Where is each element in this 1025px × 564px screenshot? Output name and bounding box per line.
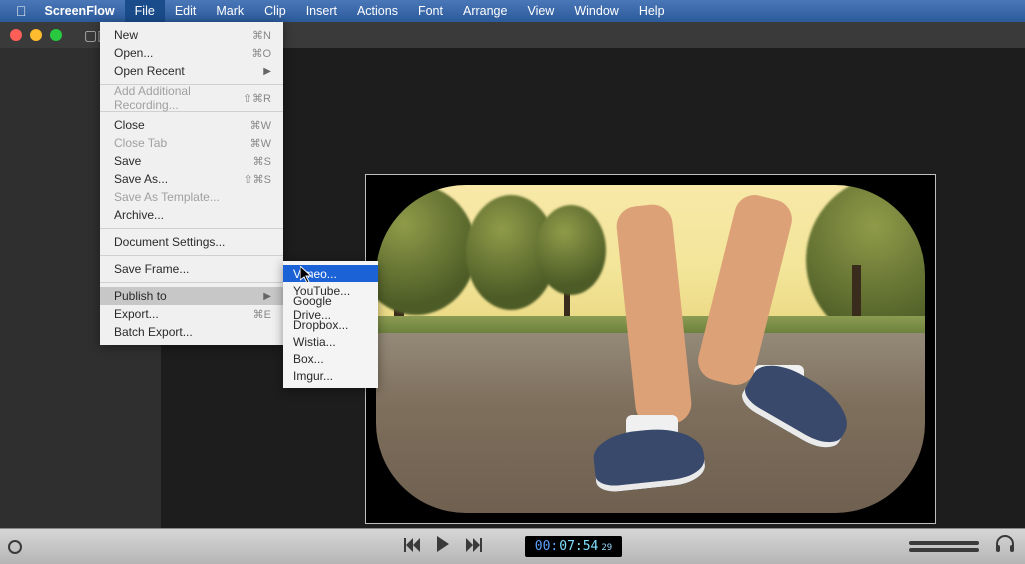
file-save-frame[interactable]: Save Frame...	[100, 260, 283, 278]
apple-logo-icon[interactable]: 	[8, 3, 35, 19]
menu-edit[interactable]: Edit	[165, 0, 207, 22]
publish-google-drive[interactable]: Google Drive...	[283, 299, 378, 316]
timecode-prefix: 00:	[535, 539, 558, 554]
label: Export...	[114, 307, 159, 321]
minimize-window-icon[interactable]	[30, 29, 42, 41]
file-save[interactable]: Save ⌘S	[100, 152, 283, 170]
label: Publish to	[114, 289, 167, 303]
file-export[interactable]: Export... ⌘E	[100, 305, 283, 323]
label: Save	[114, 154, 141, 168]
publish-vimeo[interactable]: Vimeo...	[283, 265, 378, 282]
headphones-icon[interactable]	[995, 535, 1015, 558]
label: Batch Export...	[114, 325, 193, 339]
app-name[interactable]: ScreenFlow	[35, 4, 125, 18]
separator	[100, 228, 283, 229]
file-save-template: Save As Template...	[100, 188, 283, 206]
shortcut: ⌘S	[253, 155, 271, 168]
file-new[interactable]: New ⌘N	[100, 26, 283, 44]
preview-frame[interactable]	[365, 174, 936, 524]
timecode-display[interactable]: 00: 07:54 29	[525, 536, 622, 557]
shortcut: ⌘N	[252, 29, 271, 42]
file-close[interactable]: Close ⌘W	[100, 116, 283, 134]
audio-meter-icon	[909, 541, 979, 552]
publish-imgur[interactable]: Imgur...	[283, 367, 378, 384]
label: Add Additional Recording...	[114, 84, 243, 112]
label: Open...	[114, 46, 153, 60]
menubar:  ScreenFlow File Edit Mark Clip Insert …	[0, 0, 1025, 22]
file-save-as[interactable]: Save As... ⇧⌘S	[100, 170, 283, 188]
menu-clip[interactable]: Clip	[254, 0, 296, 22]
go-start-button[interactable]	[403, 538, 421, 556]
publish-box[interactable]: Box...	[283, 350, 378, 367]
shortcut: ⌘E	[253, 308, 271, 321]
label: Save Frame...	[114, 262, 189, 276]
file-open-recent[interactable]: Open Recent ▶	[100, 62, 283, 80]
timecode-main: 07:54	[559, 539, 598, 554]
zoom-window-icon[interactable]	[50, 29, 62, 41]
play-button[interactable]	[435, 536, 451, 557]
close-window-icon[interactable]	[10, 29, 22, 41]
file-document-settings[interactable]: Document Settings...	[100, 233, 283, 251]
menu-mark[interactable]: Mark	[206, 0, 254, 22]
file-open[interactable]: Open... ⌘O	[100, 44, 283, 62]
shortcut: ⌘W	[250, 119, 271, 132]
separator	[100, 282, 283, 283]
label: Close Tab	[114, 136, 167, 150]
shortcut: ⌘O	[251, 47, 271, 60]
publish-wistia[interactable]: Wistia...	[283, 333, 378, 350]
scrub-knob-icon[interactable]	[8, 540, 22, 554]
menu-actions[interactable]: Actions	[347, 0, 408, 22]
label: Open Recent	[114, 64, 185, 78]
file-menu-dropdown: New ⌘N Open... ⌘O Open Recent ▶ Add Addi…	[100, 22, 283, 345]
menu-window[interactable]: Window	[564, 0, 628, 22]
chevron-right-icon: ▶	[263, 291, 271, 302]
preview-video	[376, 185, 925, 513]
label: New	[114, 28, 138, 42]
timecode-frames: 29	[601, 543, 612, 553]
file-batch-export[interactable]: Batch Export...	[100, 323, 283, 341]
label: Save As...	[114, 172, 168, 186]
separator	[100, 255, 283, 256]
label: Close	[114, 118, 145, 132]
menu-file[interactable]: File	[125, 0, 165, 22]
file-publish-to[interactable]: Publish to ▶	[100, 287, 283, 305]
shortcut: ⇧⌘R	[243, 92, 271, 105]
transport-bar: 00: 07:54 29	[0, 528, 1025, 564]
menu-view[interactable]: View	[517, 0, 564, 22]
file-close-tab: Close Tab ⌘W	[100, 134, 283, 152]
publish-submenu: Vimeo... YouTube... Google Drive... Drop…	[283, 261, 378, 388]
shortcut: ⌘W	[250, 137, 271, 150]
menu-help[interactable]: Help	[629, 0, 675, 22]
label: Save As Template...	[114, 190, 220, 204]
menu-font[interactable]: Font	[408, 0, 453, 22]
file-add-recording: Add Additional Recording... ⇧⌘R	[100, 89, 283, 107]
label: Document Settings...	[114, 235, 225, 249]
go-end-button[interactable]	[465, 538, 483, 556]
chevron-right-icon: ▶	[263, 66, 271, 77]
menu-insert[interactable]: Insert	[296, 0, 347, 22]
shortcut: ⇧⌘S	[243, 173, 271, 186]
file-archive[interactable]: Archive...	[100, 206, 283, 224]
menu-arrange[interactable]: Arrange	[453, 0, 517, 22]
label: Archive...	[114, 208, 164, 222]
